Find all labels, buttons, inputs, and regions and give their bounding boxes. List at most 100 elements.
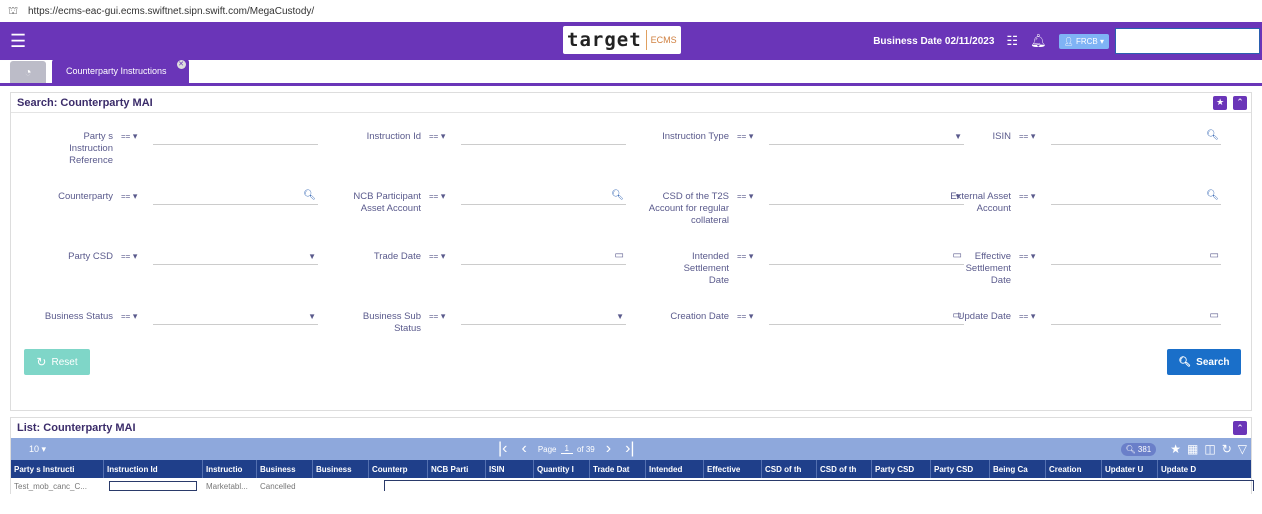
party-csd-select[interactable]: ▼ [153,251,318,265]
list-panel: List: Counterparty MAI ⌃ 10 ▾ |‹ ‹ Page … [10,417,1254,494]
operator-select[interactable]: == ▾ [429,131,459,142]
ncb-participant-input[interactable]: 🔍︎ [461,190,626,205]
business-sub-status-select[interactable]: ▼ [461,311,626,325]
column-header[interactable]: Being Ca [990,460,1046,478]
last-page-icon[interactable]: ›| [625,440,634,458]
column-header[interactable]: Instructio [203,460,257,478]
page-number-input[interactable]: 1 [560,444,573,454]
column-header[interactable]: Business [257,460,313,478]
instruction-id-input[interactable] [461,131,626,145]
calendar-icon[interactable]: ▭ [1210,250,1219,261]
table-row[interactable]: Test_mob_canc_C... Marketabl... Cancelle… [11,478,1254,494]
label-isin: ISIN [992,131,1011,142]
column-header[interactable]: Update D [1158,460,1208,478]
list-icon[interactable]: ☷ [1006,33,1018,49]
operator-select[interactable]: == ▾ [121,191,151,202]
calendar-icon[interactable]: ▭ [615,250,624,261]
first-page-icon[interactable]: |‹ [498,440,507,458]
search-icon[interactable]: 🔍︎ [611,190,624,201]
operator-select[interactable]: == ▾ [429,251,459,262]
close-tab-icon[interactable]: ✕ [176,60,186,69]
page-size-select[interactable]: 10 ▾ [29,444,46,455]
column-header[interactable]: Instruction Id [104,460,203,478]
effective-settlement-input[interactable]: ▭ [1051,250,1221,265]
target-logo: target ECMS [563,26,681,54]
search-icon[interactable]: 🔍︎ [303,190,316,201]
operator-select[interactable]: == ▾ [429,191,459,202]
collapse-icon[interactable]: ⌃ [1233,421,1247,435]
column-header[interactable]: Quantity I [534,460,590,478]
search-icon[interactable]: 🔍︎ [1206,190,1219,201]
business-status-select[interactable]: ▼ [153,311,318,325]
intended-settlement-input[interactable]: ▭ [769,250,964,265]
operator-select[interactable]: == ▾ [121,251,151,262]
operator-select[interactable]: == ▾ [121,311,151,322]
next-page-icon[interactable]: › [606,440,611,458]
operator-select[interactable]: == ▾ [737,311,767,322]
label-trade-date: Trade Date [373,251,421,262]
operator-select[interactable]: == ▾ [737,131,767,142]
browser-url[interactable]: https://ecms-eac-gui.ecms.swiftnet.sipn.… [28,6,314,17]
calendar-icon[interactable]: ▭ [1210,310,1219,321]
column-header[interactable]: Party CSD [931,460,990,478]
operator-select[interactable]: == ▾ [737,251,767,262]
favorite-star-icon[interactable]: ★ [1213,95,1228,110]
search-icon[interactable]: 🔍︎ [1206,130,1219,141]
tab-counterparty-instructions[interactable]: Counterparty Instructions ✕ [52,59,189,83]
page-label: Page [537,444,557,454]
column-header[interactable]: Party s Instructi [11,460,104,478]
instruction-type-select[interactable]: ▼ [769,131,964,145]
collapse-icon[interactable]: ⌃ [1233,95,1247,110]
tab-home[interactable]: ◔ [10,61,46,83]
column-header[interactable]: ISIN [486,460,534,478]
browser-address-bar[interactable]: ⛫ https://ecms-eac-gui.ecms.swiftnet.sip… [0,0,1262,22]
column-header[interactable]: Trade Dat [590,460,646,478]
external-asset-input[interactable]: 🔍︎ [1051,190,1221,205]
search-label: Search [1196,356,1230,368]
column-header[interactable]: Effective [704,460,762,478]
trade-date-input[interactable]: ▭ [461,250,626,265]
app-header: ☰ target ECMS Business Date 02/11/2023 ☷… [0,22,1262,60]
refresh-icon[interactable]: ↻ [1222,442,1232,456]
label-update-date: Update Date [957,311,1011,322]
site-info-icon[interactable]: ⛫ [8,5,20,17]
operator-select[interactable]: == ▾ [429,311,459,322]
menu-icon[interactable]: ☰ [10,31,30,52]
label-business-sub-status: Business Sub Status [362,311,421,334]
operator-select[interactable]: == ▾ [1019,191,1049,202]
column-header[interactable]: Intended [646,460,704,478]
column-header[interactable]: CSD of th [762,460,817,478]
column-header[interactable]: Creation [1046,460,1102,478]
counterparty-input[interactable]: 🔍︎ [153,190,318,205]
bell-icon[interactable]: 🔔︎ [1030,33,1047,49]
label-party-ref: Party s Instruction Reference [69,131,113,166]
star-icon[interactable]: ★ [1170,442,1181,456]
column-header[interactable]: Party CSD [872,460,931,478]
operator-select[interactable]: == ▾ [1019,131,1049,142]
operator-select[interactable]: == ▾ [121,131,151,142]
reset-button[interactable]: ↻ Reset [24,349,90,375]
column-header[interactable]: NCB Parti [428,460,486,478]
column-header[interactable]: Business [313,460,369,478]
search-panel-title: Search: Counterparty MAI [17,96,153,109]
logo-sub: ECMS [650,35,677,45]
filter-icon[interactable]: ▽ [1238,442,1247,456]
operator-select[interactable]: == ▾ [1019,251,1049,262]
column-header[interactable]: Updater U [1102,460,1158,478]
column-header[interactable]: Counterp [369,460,428,478]
excel-export-icon[interactable]: ▦ [1187,442,1198,456]
isin-input[interactable]: 🔍︎ [1051,130,1221,145]
header-search-input[interactable] [1115,28,1260,54]
update-date-input[interactable]: ▭ [1051,310,1221,325]
pager-bar: 10 ▾ |‹ ‹ Page 1 of 39 › ›| 🔍︎ 381 ★ ▦ ◫… [11,438,1251,460]
party-ref-input[interactable] [153,131,318,145]
operator-select[interactable]: == ▾ [737,191,767,202]
user-menu-button[interactable]: 👤︎ FRCB ▾ [1058,33,1109,49]
columns-icon[interactable]: ◫ [1204,442,1215,456]
operator-select[interactable]: == ▾ [1019,311,1049,322]
prev-page-icon[interactable]: ‹ [521,440,526,458]
column-header[interactable]: CSD of th [817,460,872,478]
search-button[interactable]: 🔍︎ Search [1167,349,1241,375]
label-effective-settlement: Effective Settlement Date [965,251,1011,286]
creation-date-input[interactable]: ▭ [769,310,964,325]
